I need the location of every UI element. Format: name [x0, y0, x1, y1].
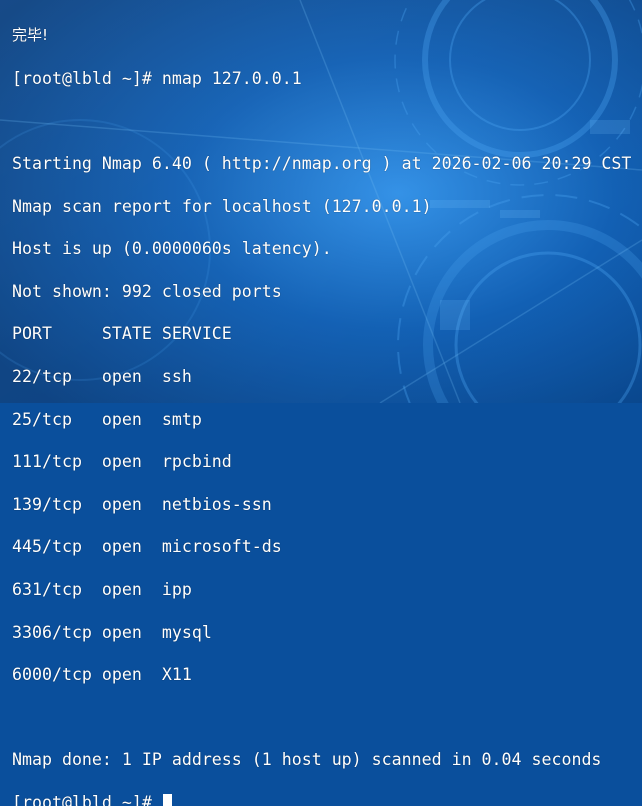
terminal-line: Not shown: 992 closed ports	[12, 281, 282, 301]
terminal-line: 22/tcp open ssh	[12, 367, 192, 387]
terminal-line: 6000/tcp open X11	[12, 665, 192, 685]
terminal-line: 445/tcp open microsoft-ds	[12, 537, 282, 557]
terminal-line: 631/tcp open ipp	[12, 580, 192, 600]
terminal-line: 111/tcp open rpcbind	[12, 452, 232, 472]
terminal-line: 完毕!	[12, 26, 49, 45]
terminal-line: 3306/tcp open mysql	[12, 622, 212, 642]
terminal-cursor	[162, 793, 172, 806]
terminal-output[interactable]: 完毕! [root@lbld ~]# nmap 127.0.0.1 Starti…	[0, 0, 642, 806]
terminal-prompt-line[interactable]: [root@lbld ~]#	[12, 792, 642, 806]
terminal-line: Starting Nmap 6.40 ( http://nmap.org ) a…	[12, 154, 632, 174]
terminal-line: Nmap done: 1 IP address (1 host up) scan…	[12, 750, 602, 770]
terminal-line: Host is up (0.0000060s latency).	[12, 239, 332, 259]
terminal-line: PORT STATE SERVICE	[12, 324, 232, 344]
terminal-line: Nmap scan report for localhost (127.0.0.…	[12, 196, 432, 216]
terminal-line: 25/tcp open smtp	[12, 409, 202, 429]
terminal-line: 139/tcp open netbios-ssn	[12, 494, 272, 514]
terminal-prompt: [root@lbld ~]#	[12, 792, 162, 806]
terminal-line: [root@lbld ~]# nmap 127.0.0.1	[12, 68, 302, 88]
